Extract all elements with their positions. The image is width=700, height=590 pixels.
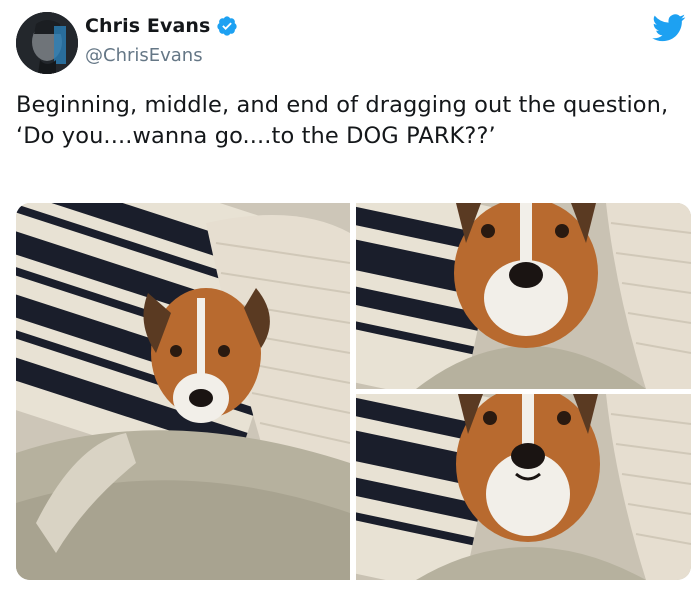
twitter-bird-icon[interactable] — [652, 14, 686, 42]
author-handle[interactable]: @ChrisEvans — [85, 45, 203, 66]
author-name-row[interactable]: Chris Evans — [85, 15, 238, 37]
dog-photo-image — [16, 203, 350, 580]
dog-photo-image — [356, 394, 691, 580]
verified-badge-icon — [216, 15, 238, 37]
author-name[interactable]: Chris Evans — [85, 15, 210, 37]
avatar-image — [16, 12, 78, 74]
photo-beginning[interactable] — [16, 203, 350, 580]
photo-end[interactable] — [356, 394, 691, 580]
photo-middle[interactable] — [356, 203, 691, 389]
tweet-media-grid[interactable] — [16, 203, 691, 580]
author-avatar[interactable] — [16, 12, 78, 74]
tweet-text: Beginning, middle, and end of dragging o… — [16, 92, 669, 149]
dog-photo-image — [356, 203, 691, 389]
